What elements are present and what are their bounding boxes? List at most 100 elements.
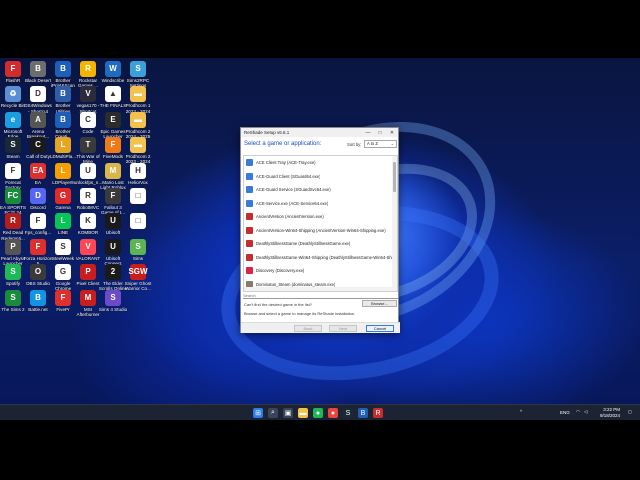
desktop-shortcut[interactable]: ▬ Prodhcom 2 2023 - 2024 xyxy=(125,137,151,165)
desktop-shortcut[interactable]: M MSI Afterburner xyxy=(75,289,101,318)
desktop-shortcut[interactable]: S Sims xyxy=(125,238,151,261)
app-icon: E xyxy=(105,111,121,128)
app-icon: D xyxy=(30,188,46,204)
desktop-shortcut[interactable]: RRed Dead Redempti... xyxy=(0,213,26,241)
tray-chevron-icon[interactable]: ^ xyxy=(520,409,522,414)
app-icon: S xyxy=(5,264,21,281)
cancel-button[interactable]: Cancel xyxy=(366,325,394,332)
game-list-item[interactable]: AncientVersion-Win64-Shipping (AncientVe… xyxy=(244,224,397,238)
minimize-icon[interactable]: — xyxy=(362,128,374,137)
app-icon: F xyxy=(5,61,21,77)
game-list-item[interactable]: DeathlyStillnessGame-Win64-Shipping (Dea… xyxy=(244,251,397,265)
browse-button[interactable]: Browse... xyxy=(362,300,397,307)
back-button[interactable]: Back xyxy=(294,325,322,332)
game-list-item[interactable]: ACE-Service.exe (ACE-Service64.exe) xyxy=(244,197,397,211)
desktop-shortcut[interactable]: Vvegas170 - Shortcut xyxy=(75,86,101,114)
chevron-down-icon: ⌄ xyxy=(390,141,394,146)
desktop-shortcut[interactable]: MMario Lost Light Roblox xyxy=(100,162,126,191)
desktop-shortcut[interactable]: ▬Prodhcom 2 2024 - 2025 xyxy=(125,111,151,140)
app-icon: L xyxy=(55,137,71,154)
start-icon[interactable]: ⊞ xyxy=(253,408,263,418)
search-input[interactable] xyxy=(243,293,398,299)
game-icon xyxy=(246,267,253,275)
desktop-shortcut[interactable]: SSims2RPC Settings xyxy=(125,61,151,89)
app-icon: K xyxy=(80,213,96,230)
notifications-icon[interactable]: ◻ xyxy=(628,409,632,415)
app-icon: B xyxy=(55,61,71,77)
cant-find-text: Can't find the desired game in the list? xyxy=(244,302,312,307)
scrollbar-thumb[interactable] xyxy=(393,162,396,192)
next-button[interactable]: Next xyxy=(329,325,357,332)
list-horizontal-scrollbar[interactable] xyxy=(244,287,394,291)
desktop-shortcut[interactable]: FFallout 3 Game of t... xyxy=(100,188,126,216)
close-icon[interactable]: ✕ xyxy=(386,128,398,137)
app-icon: M xyxy=(80,289,96,306)
clock[interactable]: 3:22 PM 9/18/2024 xyxy=(600,407,620,420)
game-list[interactable]: ACE Client Tray (ACE-Tray.exe) ACE-Guard … xyxy=(243,155,398,292)
wifi-icon[interactable]: ◠ xyxy=(576,409,580,415)
spotify-icon[interactable]: ● xyxy=(313,408,323,418)
steam-icon[interactable]: S xyxy=(343,408,353,418)
game-list-item[interactable]: ACE-Guard Client (SGuard64.exe) xyxy=(244,170,397,184)
sort-dropdown[interactable]: A to Z ⌄ xyxy=(364,140,397,148)
game-list-item[interactable]: AncientVersion (AncientVersion.exe) xyxy=(244,210,397,224)
app-icon: A xyxy=(30,111,46,128)
app-icon: C xyxy=(80,111,96,128)
desktop-shortcut[interactable]: FForecat Factory xyxy=(0,162,26,191)
clock-date: 9/18/2024 xyxy=(599,413,620,419)
brother-icon[interactable]: B xyxy=(358,408,368,418)
desktop-shortcut[interactable]: U Ubisoft xyxy=(100,213,126,235)
game-list-item[interactable]: ACE-Guard Service (SGuardSvc64.exe) xyxy=(244,183,397,197)
volume-icon[interactable]: ◁ xyxy=(584,409,587,415)
game-label: AncientVersion (AncientVersion.exe) xyxy=(256,214,324,220)
window-titlebar[interactable]: ReShade Setup v6.6.1 — □ ✕ xyxy=(241,128,398,137)
game-label: Discovery (Discovery.exe) xyxy=(256,268,305,274)
game-label: ACE-Guard Service (SGuardSvc64.exe) xyxy=(256,187,331,193)
app-icon: B xyxy=(30,289,46,306)
app-icon: □ xyxy=(130,213,146,230)
app-icon: T xyxy=(80,137,96,154)
game-icon xyxy=(246,172,253,180)
desktop-shortcut[interactable]: UUbisoft Connect xyxy=(100,238,126,267)
list-scrollbar[interactable] xyxy=(392,156,397,291)
desktop-shortcut[interactable]: □ xyxy=(125,188,151,205)
header-row: Select a game or application: Sort by: A… xyxy=(241,137,398,153)
app-icon: R xyxy=(80,188,96,204)
task-view-icon[interactable]: ▣ xyxy=(283,408,293,418)
game-list-item[interactable]: DeathlyStillnessGame (DeathlyStillnessGa… xyxy=(244,237,397,251)
app-icon: P xyxy=(80,264,96,281)
app-icon: R xyxy=(5,213,21,230)
app-icon: F xyxy=(5,162,21,179)
game-label: ACE-Service.exe (ACE-Service64.exe) xyxy=(256,200,329,206)
app-icon: S xyxy=(5,137,21,154)
file-explorer-icon[interactable]: ▬ xyxy=(298,408,308,418)
letterbox-top xyxy=(0,0,640,58)
game-label: ACE-Guard Client (SGuard64.exe) xyxy=(256,173,321,179)
desktop-shortcut[interactable]: BBrother Creati... xyxy=(50,111,76,140)
game-icon xyxy=(246,213,253,221)
desktop-shortcut[interactable]: H HeliorVox xyxy=(125,162,151,185)
game-list-item[interactable]: ACE Client Tray (ACE-Tray.exe) xyxy=(244,156,397,170)
reshade-icon[interactable]: R xyxy=(373,408,383,418)
desktop-shortcut[interactable]: S Sims 4 Studio xyxy=(99,289,127,312)
maximize-icon[interactable]: □ xyxy=(374,128,386,137)
desktop-shortcut[interactable]: RRockstar Games ... xyxy=(75,61,101,89)
desktop-shortcut[interactable]: G Google Chrome xyxy=(50,264,76,292)
language-indicator[interactable]: ENG xyxy=(560,410,570,415)
app-icon: ▲ xyxy=(105,86,121,103)
desktop-shortcut[interactable]: ▬Prodhcom 1 2023 - 2024 xyxy=(125,86,151,114)
game-list-item[interactable]: Discovery (Discovery.exe) xyxy=(244,264,397,278)
desktop-shortcut[interactable]: FCEA SPORTS FC™ 24 xyxy=(0,188,26,216)
app-icon: ▬ xyxy=(130,137,146,154)
chrome-icon[interactable]: ● xyxy=(328,408,338,418)
app-icon: ♻ xyxy=(5,86,21,103)
desktop-shortcut[interactable]: SGW Sniper Ghost Warrior Co... xyxy=(125,264,151,292)
desktop-shortcut[interactable]: T This War of Mine xyxy=(75,137,101,165)
desktop-shortcut[interactable]: □ xyxy=(125,213,151,230)
app-icon: C xyxy=(30,137,46,154)
game-icon xyxy=(246,226,253,234)
app-icon: S xyxy=(130,238,146,255)
search-icon[interactable]: ⌕ xyxy=(268,408,278,418)
desktop-shortcut[interactable]: FForza Horizon 5 xyxy=(24,238,52,267)
app-icon: B xyxy=(55,111,71,128)
